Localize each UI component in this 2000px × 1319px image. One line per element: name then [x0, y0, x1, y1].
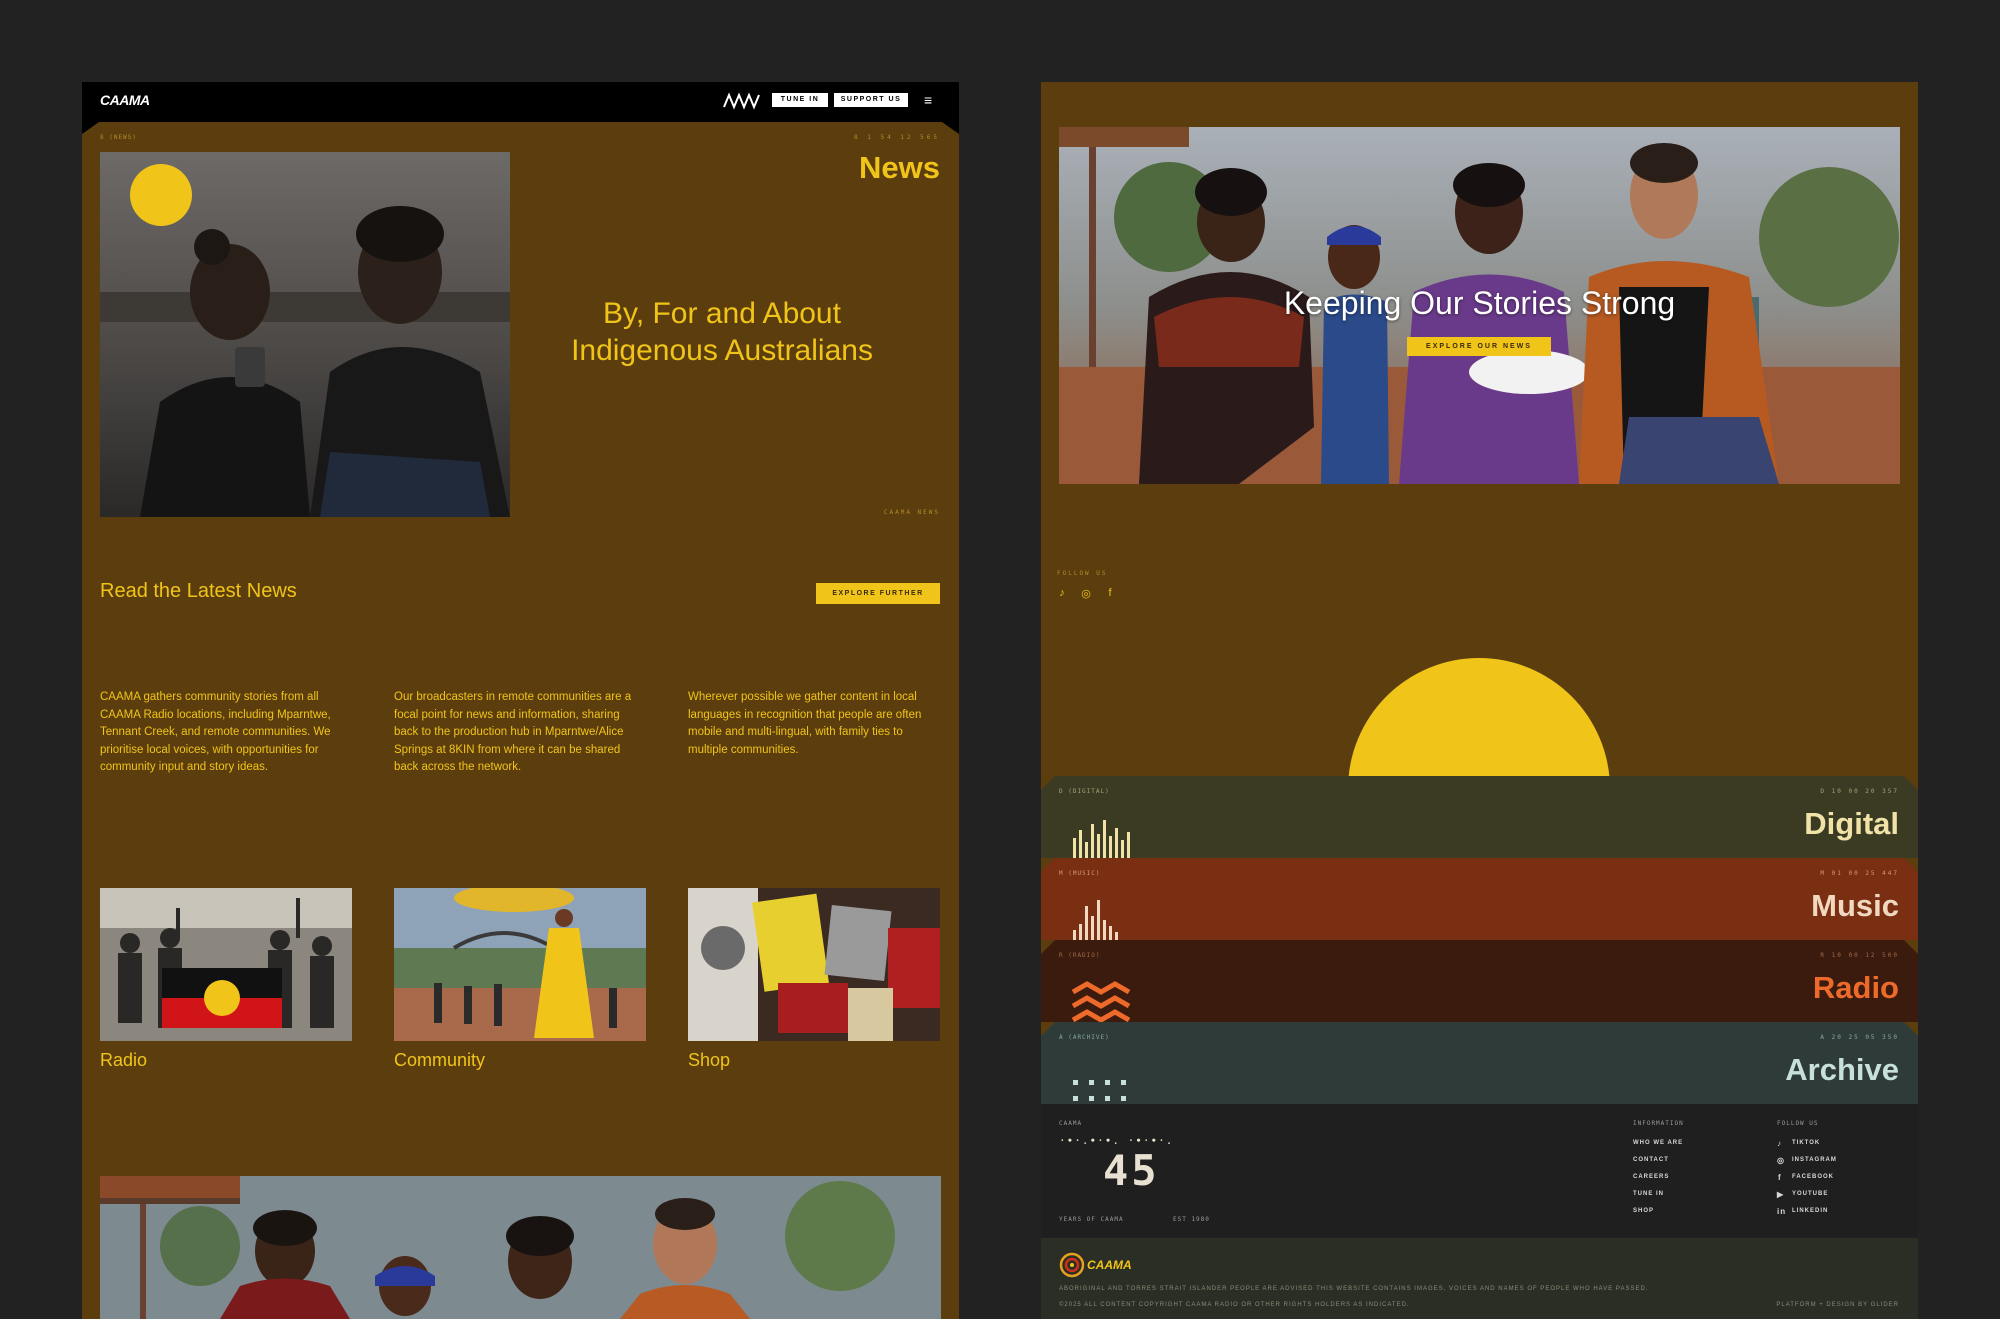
waveform-mark-icon: [723, 92, 760, 110]
cultural-warning: ABORIGINAL AND TORRES STRAIT ISLANDER PE…: [1059, 1286, 1649, 1292]
archive-micro-label: A (ARCHIVE): [1059, 1034, 1110, 1041]
legal-logo-text[interactable]: CAAMA: [1087, 1258, 1132, 1272]
shop-tile-label[interactable]: Shop: [688, 1050, 730, 1071]
footer-link-facebook[interactable]: FACEBOOK: [1792, 1174, 1834, 1180]
caama-logo[interactable]: CAAMA: [100, 92, 150, 108]
tagline-line-2: Indigenous Australians: [571, 334, 873, 367]
shop-tile-image[interactable]: [688, 888, 940, 1041]
caama-news-label: CAAMA NEWS: [883, 509, 940, 516]
facebook-icon[interactable]: f: [1778, 1173, 1782, 1182]
navbar-angle-strip: [82, 122, 959, 134]
footer-link-linkedin[interactable]: LINKEDIN: [1792, 1208, 1828, 1214]
legal-bar: CAAMA ABORIGINAL AND TORRES STRAIT ISLAN…: [1041, 1238, 1918, 1319]
facebook-icon[interactable]: f: [1103, 587, 1117, 599]
digital-pixel-icon: [1073, 820, 1130, 858]
music-section-band[interactable]: M (MUSIC) M 01 00 25 447 Music: [1041, 858, 1918, 940]
tiktok-icon[interactable]: ♪: [1055, 587, 1069, 599]
years-label: YEARS OF CAAMA: [1059, 1216, 1124, 1223]
top-navbar: CAAMA TUNE IN SUPPORT US ≡: [82, 82, 959, 122]
music-micro-code: M 01 00 25 447: [1820, 870, 1899, 877]
years-counter: 45: [1103, 1146, 1160, 1195]
footer-link-instagram[interactable]: INSTAGRAM: [1792, 1157, 1837, 1163]
hero-photo: [100, 152, 510, 517]
music-waveform-icon: [1073, 900, 1118, 940]
footer-link-tune-in[interactable]: TUNE IN: [1633, 1191, 1664, 1197]
hero-banner: Keeping Our Stories Strong EXPLORE OUR N…: [1059, 127, 1900, 484]
footer-link-careers[interactable]: CAREERS: [1633, 1174, 1669, 1180]
community-tile-label[interactable]: Community: [394, 1050, 485, 1071]
radio-title[interactable]: Radio: [1813, 970, 1899, 1006]
hero-tagline: By, For and About Indigenous Australians: [532, 295, 912, 369]
youtube-icon[interactable]: ▶: [1777, 1190, 1784, 1199]
est-label: EST 1980: [1173, 1216, 1210, 1223]
tiktok-icon[interactable]: ♪: [1777, 1139, 1782, 1148]
caama-spiral-logo-icon: [1059, 1252, 1085, 1278]
radio-micro-label: R (RADIO): [1059, 952, 1101, 959]
yellow-sun-disc: [130, 164, 192, 226]
radio-tile-illustration: [100, 888, 352, 1041]
explore-our-news-button[interactable]: EXPLORE OUR NEWS: [1407, 337, 1551, 356]
digital-section-band[interactable]: D (DIGITAL) D 10 00 20 357 Digital: [1041, 776, 1918, 858]
footer-link-tiktok[interactable]: TIKTOK: [1792, 1140, 1820, 1146]
archive-dots-icon: [1073, 1080, 1126, 1101]
radio-section-band[interactable]: R (RADIO) R 10 00 12 500 Radio: [1041, 940, 1918, 1022]
explore-further-button[interactable]: EXPLORE FURTHER: [816, 583, 940, 604]
support-us-button[interactable]: SUPPORT US: [834, 93, 908, 107]
instagram-icon[interactable]: ◎: [1777, 1156, 1785, 1165]
home-page-panel: Keeping Our Stories Strong EXPLORE OUR N…: [1041, 82, 1918, 1319]
section-micro-label: 8 (NEWS): [100, 134, 137, 141]
page-title: News: [859, 150, 940, 185]
footer-link-who-we-are[interactable]: WHO WE ARE: [1633, 1140, 1683, 1146]
site-footer: CAAMA ·∙·.∙·∙. ·∙·∙·. 45 YEARS OF CAAMA …: [1041, 1104, 1918, 1238]
digital-micro-label: D (DIGITAL): [1059, 788, 1110, 795]
digital-micro-code: D 10 00 20 357: [1820, 788, 1899, 795]
linkedin-icon[interactable]: in: [1777, 1207, 1786, 1216]
music-micro-label: M (MUSIC): [1059, 870, 1101, 877]
community-tile-illustration: [394, 888, 646, 1041]
tagline-line-1: By, For and About: [603, 297, 841, 330]
radio-tile-image[interactable]: [100, 888, 352, 1041]
radio-tile-label[interactable]: Radio: [100, 1050, 147, 1071]
community-tile-image[interactable]: [394, 888, 646, 1041]
footer-caama-label: CAAMA: [1059, 1120, 1083, 1127]
follow-us-heading: FOLLOW US: [1777, 1120, 1819, 1127]
copyright-text: ©2025 ALL CONTENT COPYRIGHT CAAMA RADIO …: [1059, 1302, 1410, 1308]
hamburger-menu-icon[interactable]: ≡: [924, 92, 932, 108]
digital-title[interactable]: Digital: [1804, 806, 1899, 842]
radio-micro-code: R 10 00 12 500: [1820, 952, 1899, 959]
hero-title: Keeping Our Stories Strong: [1283, 285, 1676, 321]
instagram-icon[interactable]: ◎: [1079, 587, 1093, 600]
radio-waves-icon: [1071, 981, 1131, 1022]
intro-paragraph: CAAMA gathers community stories from all…: [100, 691, 331, 773]
platform-credit[interactable]: PLATFORM + DESIGN BY GLIDER: [1776, 1302, 1899, 1308]
intro-paragraph: Wherever possible we gather content in l…: [688, 691, 922, 756]
footer-link-contact[interactable]: CONTACT: [1633, 1157, 1669, 1163]
group-photo-illustration: [100, 1176, 941, 1319]
footer-link-youtube[interactable]: YOUTUBE: [1792, 1191, 1828, 1197]
music-title[interactable]: Music: [1811, 888, 1899, 924]
information-heading: INFORMATION: [1633, 1120, 1684, 1127]
footer-link-shop[interactable]: SHOP: [1633, 1208, 1654, 1214]
section-micro-code: 8 1 54 12 565: [854, 134, 940, 141]
follow-us-label: FOLLOW US: [1057, 570, 1108, 577]
news-page-panel: CAAMA TUNE IN SUPPORT US ≡ 8 (NEWS) 8 1 …: [82, 82, 959, 1319]
archive-title[interactable]: Archive: [1785, 1052, 1899, 1088]
archive-section-band[interactable]: A (ARCHIVE) A 20 25 05 350 Archive: [1041, 1022, 1918, 1104]
intro-paragraph: Our broadcasters in remote communities a…: [394, 691, 632, 773]
group-photo: [100, 1176, 941, 1319]
latest-news-heading: Read the Latest News: [100, 580, 297, 602]
tune-in-button[interactable]: TUNE IN: [772, 93, 828, 107]
shop-tile-illustration: [688, 888, 940, 1041]
archive-micro-code: A 20 25 05 350: [1820, 1034, 1899, 1041]
